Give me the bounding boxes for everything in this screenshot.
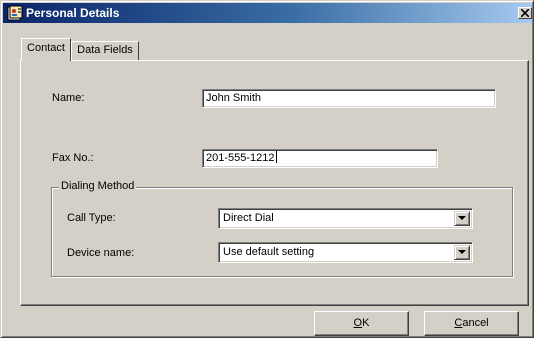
tab-contact-label: Contact <box>27 42 65 54</box>
device-name-label: Device name: <box>67 247 135 259</box>
call-type-dropdown[interactable]: Direct Dial <box>218 208 473 229</box>
call-type-value: Direct Dial <box>223 212 274 224</box>
chevron-down-icon <box>458 216 466 220</box>
name-label: Name: <box>52 92 85 104</box>
cancel-label-rest: ancel <box>462 317 489 329</box>
personal-details-dialog: Personal Details Contact Data Fields Nam… <box>0 0 534 338</box>
device-name-dropdown[interactable]: Use default setting <box>218 242 473 263</box>
title-bar[interactable]: Personal Details <box>3 3 532 23</box>
device-name-value: Use default setting <box>223 246 315 258</box>
chevron-down-icon <box>458 250 466 254</box>
call-type-label: Call Type: <box>67 212 116 224</box>
name-value: John Smith <box>206 92 262 104</box>
fax-value: 201-555-1212 <box>206 152 275 164</box>
call-type-dropdown-button[interactable] <box>454 211 470 226</box>
dialing-method-legend: Dialing Method <box>59 180 137 193</box>
cancel-button[interactable]: Cancel <box>424 311 519 336</box>
tab-contact[interactable]: Contact <box>21 38 71 61</box>
ok-label-rest: K <box>362 317 370 329</box>
device-name-dropdown-button[interactable] <box>454 245 470 260</box>
text-caret <box>275 151 277 163</box>
tab-data-fields-label: Data Fields <box>77 44 133 56</box>
close-button[interactable] <box>518 7 532 19</box>
name-field[interactable]: John Smith <box>202 89 496 108</box>
dialing-method-group: Dialing Method Call Type: Direct Dial De… <box>51 180 513 277</box>
ok-button[interactable]: OK <box>314 311 409 336</box>
fax-label: Fax No.: <box>52 152 94 164</box>
ok-mnemonic: O <box>353 317 363 329</box>
window-title: Personal Details <box>26 6 120 20</box>
close-icon <box>521 9 529 17</box>
address-card-icon <box>7 5 23 21</box>
contact-tab-panel: Name: John Smith Fax No.: 201-555-1212 D… <box>20 60 529 306</box>
fax-number-field[interactable]: 201-555-1212 <box>202 149 438 168</box>
tab-data-fields[interactable]: Data Fields <box>71 41 139 61</box>
